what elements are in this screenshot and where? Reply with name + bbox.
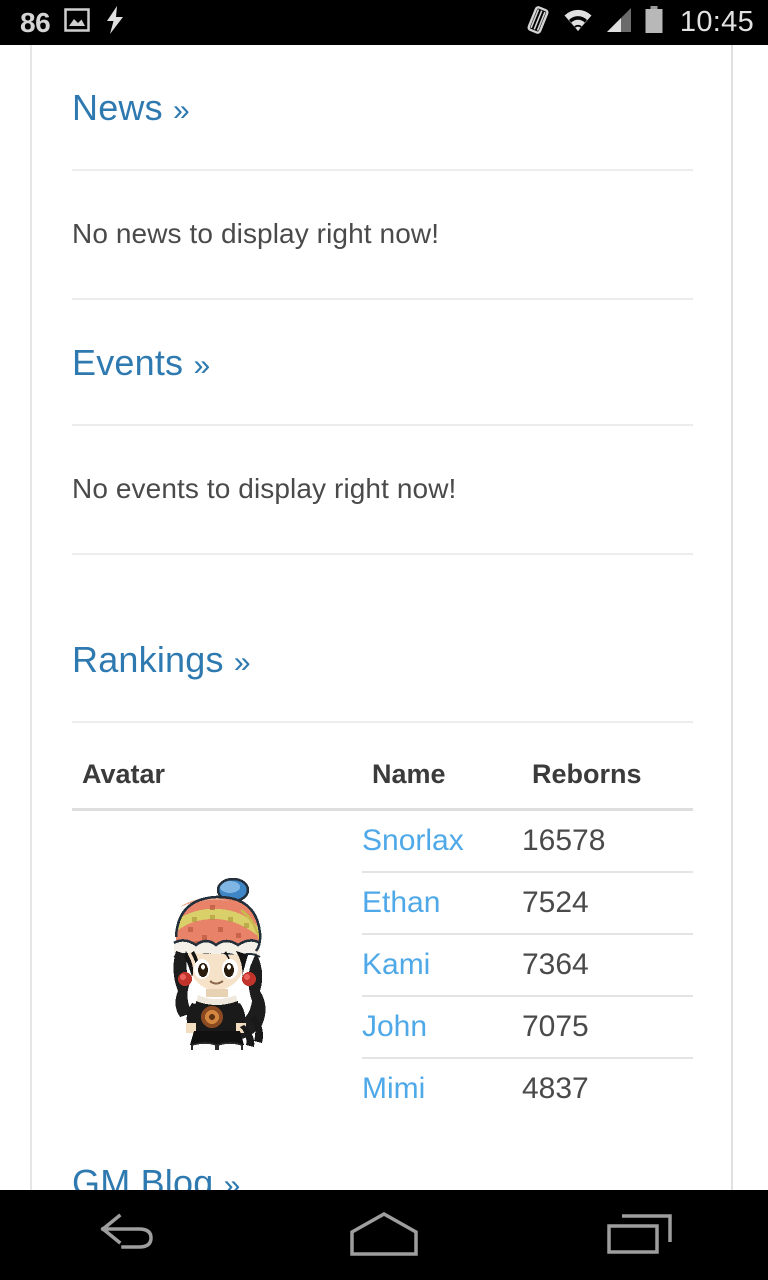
column-header-reborns: Reborns bbox=[532, 759, 642, 789]
column-header-avatar: Avatar bbox=[82, 759, 166, 789]
news-section-header: News » bbox=[72, 45, 693, 169]
home-button[interactable] bbox=[309, 1190, 459, 1280]
row-reborns-cell: 7524 bbox=[522, 871, 693, 935]
row-name-cell: Kami bbox=[362, 933, 522, 997]
pixel-character-avatar bbox=[158, 878, 276, 1055]
status-bar: 86 10:45 bbox=[0, 0, 768, 45]
news-empty-block: No news to display right now! bbox=[72, 171, 693, 298]
rankings-heading-label: Rankings bbox=[72, 639, 224, 680]
status-bar-right: 10:45 bbox=[525, 5, 754, 40]
page-inner: News » No news to display right now! Eve… bbox=[32, 45, 731, 1190]
row-reborns-cell: 16578 bbox=[522, 809, 693, 873]
row-name-cell: John bbox=[362, 995, 522, 1059]
gm-blog-section-header: GM Blog » bbox=[72, 1120, 693, 1191]
usb-debugging-icon bbox=[104, 6, 126, 39]
row-reborns-cell: 4837 bbox=[522, 1072, 589, 1105]
rankings-section-header: Rankings » bbox=[72, 555, 693, 721]
chevron-right-icon: » bbox=[233, 646, 251, 679]
player-name-link[interactable]: Mimi bbox=[362, 1072, 425, 1105]
row-name-cell: Snorlax bbox=[362, 809, 522, 873]
clock-time: 10:45 bbox=[679, 6, 754, 38]
rankings-heading-link[interactable]: Rankings » bbox=[72, 639, 251, 681]
rankings-table: Avatar Name Reborns Snorlax 16578 Ethan … bbox=[72, 759, 693, 1120]
rankings-divider-top bbox=[72, 721, 693, 723]
events-empty-block: No events to display right now! bbox=[72, 426, 693, 553]
recent-apps-icon bbox=[606, 1210, 674, 1261]
row-reborns-cell: 7075 bbox=[522, 995, 693, 1059]
row-name-cell: Ethan bbox=[362, 871, 522, 935]
home-icon bbox=[347, 1210, 421, 1261]
phone-screen: 86 10:45 News » No news to display right… bbox=[0, 0, 768, 1280]
gm-blog-heading-label: GM Blog bbox=[72, 1161, 214, 1191]
events-heading-label: Events bbox=[72, 342, 184, 383]
table-header-row: Avatar Name Reborns bbox=[72, 759, 693, 810]
rankings-table-head: Avatar Name Reborns bbox=[72, 759, 693, 810]
status-bar-left: 86 bbox=[20, 6, 126, 39]
back-icon bbox=[97, 1212, 159, 1259]
vibrate-icon bbox=[525, 5, 551, 40]
events-section-header: Events » bbox=[72, 300, 693, 424]
android-navigation-bar bbox=[0, 1190, 768, 1280]
chevron-right-icon: » bbox=[173, 94, 190, 127]
battery-icon bbox=[644, 6, 664, 39]
cellular-signal-icon bbox=[605, 7, 633, 38]
wifi-icon bbox=[562, 7, 594, 38]
image-icon bbox=[64, 8, 90, 37]
events-heading-link[interactable]: Events » bbox=[72, 342, 210, 384]
news-heading-link[interactable]: News » bbox=[72, 87, 190, 129]
player-name-link[interactable]: John bbox=[362, 1010, 427, 1043]
page-container: News » No news to display right now! Eve… bbox=[30, 45, 733, 1190]
recent-apps-button[interactable] bbox=[565, 1190, 715, 1280]
chevron-right-icon: » bbox=[223, 1168, 241, 1191]
row-name-cell: Mimi bbox=[362, 1058, 522, 1120]
column-header-name: Name bbox=[372, 759, 446, 789]
rankings-table-body: Snorlax 16578 Ethan 7524 Kami 7364 John … bbox=[72, 809, 693, 1120]
news-heading-label: News bbox=[72, 87, 163, 128]
row-reborns-cell: 7364 bbox=[522, 933, 693, 997]
back-button[interactable] bbox=[53, 1190, 203, 1280]
table-row: Snorlax 16578 bbox=[72, 809, 693, 1055]
player-name-link[interactable]: Ethan bbox=[362, 886, 440, 919]
gm-blog-heading-link[interactable]: GM Blog » bbox=[72, 1162, 241, 1191]
player-name-link[interactable]: Kami bbox=[362, 948, 430, 981]
news-empty-text: No news to display right now! bbox=[72, 218, 440, 249]
player-name-link[interactable]: Snorlax bbox=[362, 824, 464, 857]
avatar-cell bbox=[72, 810, 362, 1120]
events-empty-text: No events to display right now! bbox=[72, 473, 457, 504]
notification-count: 86 bbox=[20, 6, 51, 38]
chevron-right-icon: » bbox=[193, 349, 211, 382]
